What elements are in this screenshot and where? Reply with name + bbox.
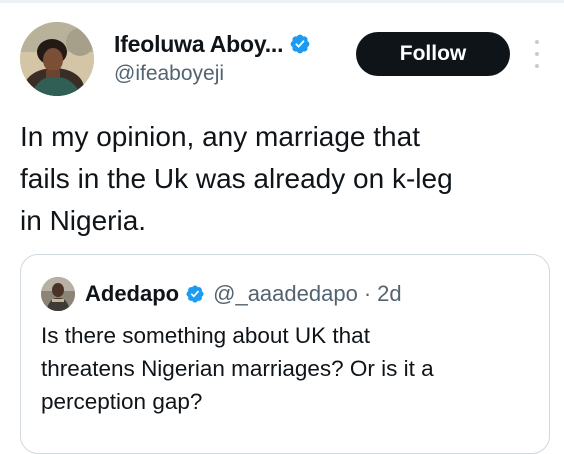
- verified-badge-icon: [290, 34, 310, 54]
- quoted-tweet-line: threatens Nigerian marriages? Or is it a: [41, 356, 434, 381]
- tweet-line: fails in the Uk was already on k-leg: [20, 163, 453, 194]
- quoted-tweet-text: Is there something about UK that threate…: [41, 319, 541, 418]
- quoted-tweet-card[interactable]: Adedapo @_aaadedapo · 2d Is there someth…: [20, 254, 550, 454]
- author-name-row: Ifeoluwa Aboy...: [114, 28, 311, 60]
- author-display-name[interactable]: Ifeoluwa Aboy...: [114, 31, 284, 58]
- quoted-tweet-timestamp[interactable]: 2d: [377, 281, 401, 307]
- quoted-author-handle[interactable]: @_aaadedapo: [213, 281, 358, 307]
- quoted-author-avatar[interactable]: [41, 277, 75, 311]
- follow-button[interactable]: Follow: [356, 32, 510, 76]
- top-divider: [0, 0, 564, 3]
- tweet-line: in Nigeria.: [20, 205, 147, 236]
- more-options-icon[interactable]: [530, 40, 544, 68]
- quoted-author-name[interactable]: Adedapo: [85, 281, 179, 307]
- quoted-tweet-line: Is there something about UK that: [41, 323, 370, 348]
- more-dot: [535, 40, 539, 44]
- quoted-tweet-line: perception gap?: [41, 389, 203, 414]
- quoted-tweet-header: Adedapo @_aaadedapo · 2d: [85, 277, 402, 311]
- tweet-line: In my opinion, any marriage that: [20, 121, 420, 152]
- author-avatar[interactable]: [20, 22, 94, 96]
- more-dot: [535, 52, 539, 56]
- author-handle[interactable]: @ifeaboyeji: [114, 62, 224, 86]
- separator-dot: ·: [363, 281, 372, 306]
- more-dot: [535, 64, 539, 68]
- tweet-text: In my opinion, any marriage that fails i…: [20, 116, 550, 242]
- verified-badge-icon: [186, 285, 204, 303]
